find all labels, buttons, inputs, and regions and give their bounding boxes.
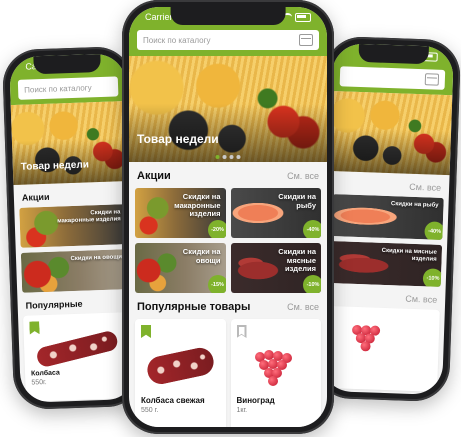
promo-card-pasta[interactable]: Скидки на макаронные изделия -20% (135, 188, 226, 238)
carousel-dots[interactable] (215, 155, 241, 159)
promo-label: Скидки на овощи (182, 247, 221, 265)
products-title: Популярные товары (137, 301, 251, 313)
product-image (141, 342, 220, 390)
promos-title: Акции (21, 191, 50, 203)
see-all-link[interactable]: См. все (409, 182, 441, 193)
promo-card[interactable]: Скидки на овощи (20, 249, 129, 293)
product-weight: 1кг. (236, 407, 248, 414)
product-image (333, 316, 434, 367)
promo-grid: Скидки на макаронные изделия -20% Скидки… (129, 182, 327, 293)
product-card[interactable]: Колбаса 550г. (23, 312, 132, 402)
promos-header: Акции См. все (129, 170, 327, 182)
discount-badge: -10% (422, 268, 443, 287)
product-card-grapes[interactable]: Виноград 1кг. (230, 319, 321, 427)
product-card[interactable] (326, 306, 440, 392)
hero-banner[interactable]: Товар недели (129, 56, 327, 162)
hero-title: Товар недели (137, 132, 219, 146)
notch (357, 43, 429, 65)
carousel-dot[interactable] (215, 155, 220, 159)
promo-list: Скидки на макаронные изделия Скидки на о… (14, 199, 133, 293)
product-name: Колбаса свежая (141, 396, 205, 405)
see-all-link[interactable]: См. все (405, 294, 437, 305)
discount-badge: -40% (303, 220, 321, 238)
products-header: Популярные товары См. все (129, 301, 327, 313)
promo-card[interactable]: Скидки на мясные изделия -10% (329, 241, 443, 287)
hero-banner[interactable]: Товар недели (10, 101, 130, 186)
product-list: Колбаса свежая 550 г. Виноград 1кг. (129, 313, 327, 427)
search-input[interactable] (339, 66, 446, 90)
phone-right: См. все Скидки на рыбу -40% Скидки на мя… (313, 35, 461, 403)
notch (170, 7, 286, 25)
discount-badge: -10% (303, 275, 321, 293)
promo-card-meat[interactable]: Скидки на мясные изделия -10% (230, 243, 321, 293)
phone-front: Carrier Поиск по каталогу Товар недели А… (122, 0, 334, 434)
search-input[interactable]: Поиск по каталогу (17, 76, 119, 100)
promo-card-vegetables[interactable]: Скидки на овощи -15% (135, 243, 226, 293)
bookmark-icon[interactable] (141, 325, 151, 338)
carousel-dot[interactable] (236, 155, 241, 159)
search-placeholder: Поиск по каталогу (23, 82, 92, 95)
product-name: Виноград (236, 396, 275, 405)
bookmark-icon[interactable] (29, 321, 39, 334)
product-image (237, 342, 316, 390)
search-placeholder: Поиск по каталогу (143, 35, 211, 45)
carrier-label: Carrier (145, 12, 173, 22)
barcode-scan-icon[interactable] (299, 34, 313, 46)
discount-badge: -20% (207, 220, 226, 238)
discount-badge: -15% (207, 275, 226, 293)
screen-left: Carrier Поиск по каталогу Товар недели А… (8, 53, 138, 403)
notch (33, 53, 102, 75)
hero-banner[interactable] (328, 90, 453, 176)
barcode-scan-icon[interactable] (424, 73, 440, 86)
promos-title: Акции (137, 170, 171, 182)
see-all-products-link[interactable]: См. все (287, 302, 319, 312)
see-all-promos-link[interactable]: См. все (287, 171, 319, 181)
screen-front: Carrier Поиск по каталогу Товар недели А… (129, 7, 327, 427)
product-card-sausage[interactable]: Колбаса свежая 550 г. (135, 319, 226, 427)
promo-card[interactable]: Скидки на рыбу -40% (331, 194, 444, 240)
products-title: Популярные (25, 298, 83, 311)
promo-label: Скидки на макаронные изделия (174, 192, 221, 219)
product-weight: 550г. (31, 379, 47, 387)
product-image (30, 329, 125, 369)
carousel-dot[interactable] (229, 155, 234, 159)
promo-label: Скидки на рыбу (278, 192, 316, 210)
discount-badge: -40% (424, 221, 444, 240)
promo-card-fish[interactable]: Скидки на рыбу -40% (230, 188, 321, 238)
battery-icon (295, 12, 311, 22)
search-input[interactable]: Поиск по каталогу (137, 30, 319, 50)
screen-right: См. все Скидки на рыбу -40% Скидки на мя… (320, 42, 455, 396)
promo-list: Скидки на рыбу -40% Скидки на мясные изд… (325, 189, 449, 287)
carousel-dot[interactable] (222, 155, 227, 159)
promo-label: Скидки на мясные изделия (278, 247, 316, 274)
product-weight: 550 г. (141, 407, 159, 414)
bookmark-outline-icon[interactable] (236, 325, 247, 338)
promo-card[interactable]: Скидки на макаронные изделия (19, 204, 127, 248)
